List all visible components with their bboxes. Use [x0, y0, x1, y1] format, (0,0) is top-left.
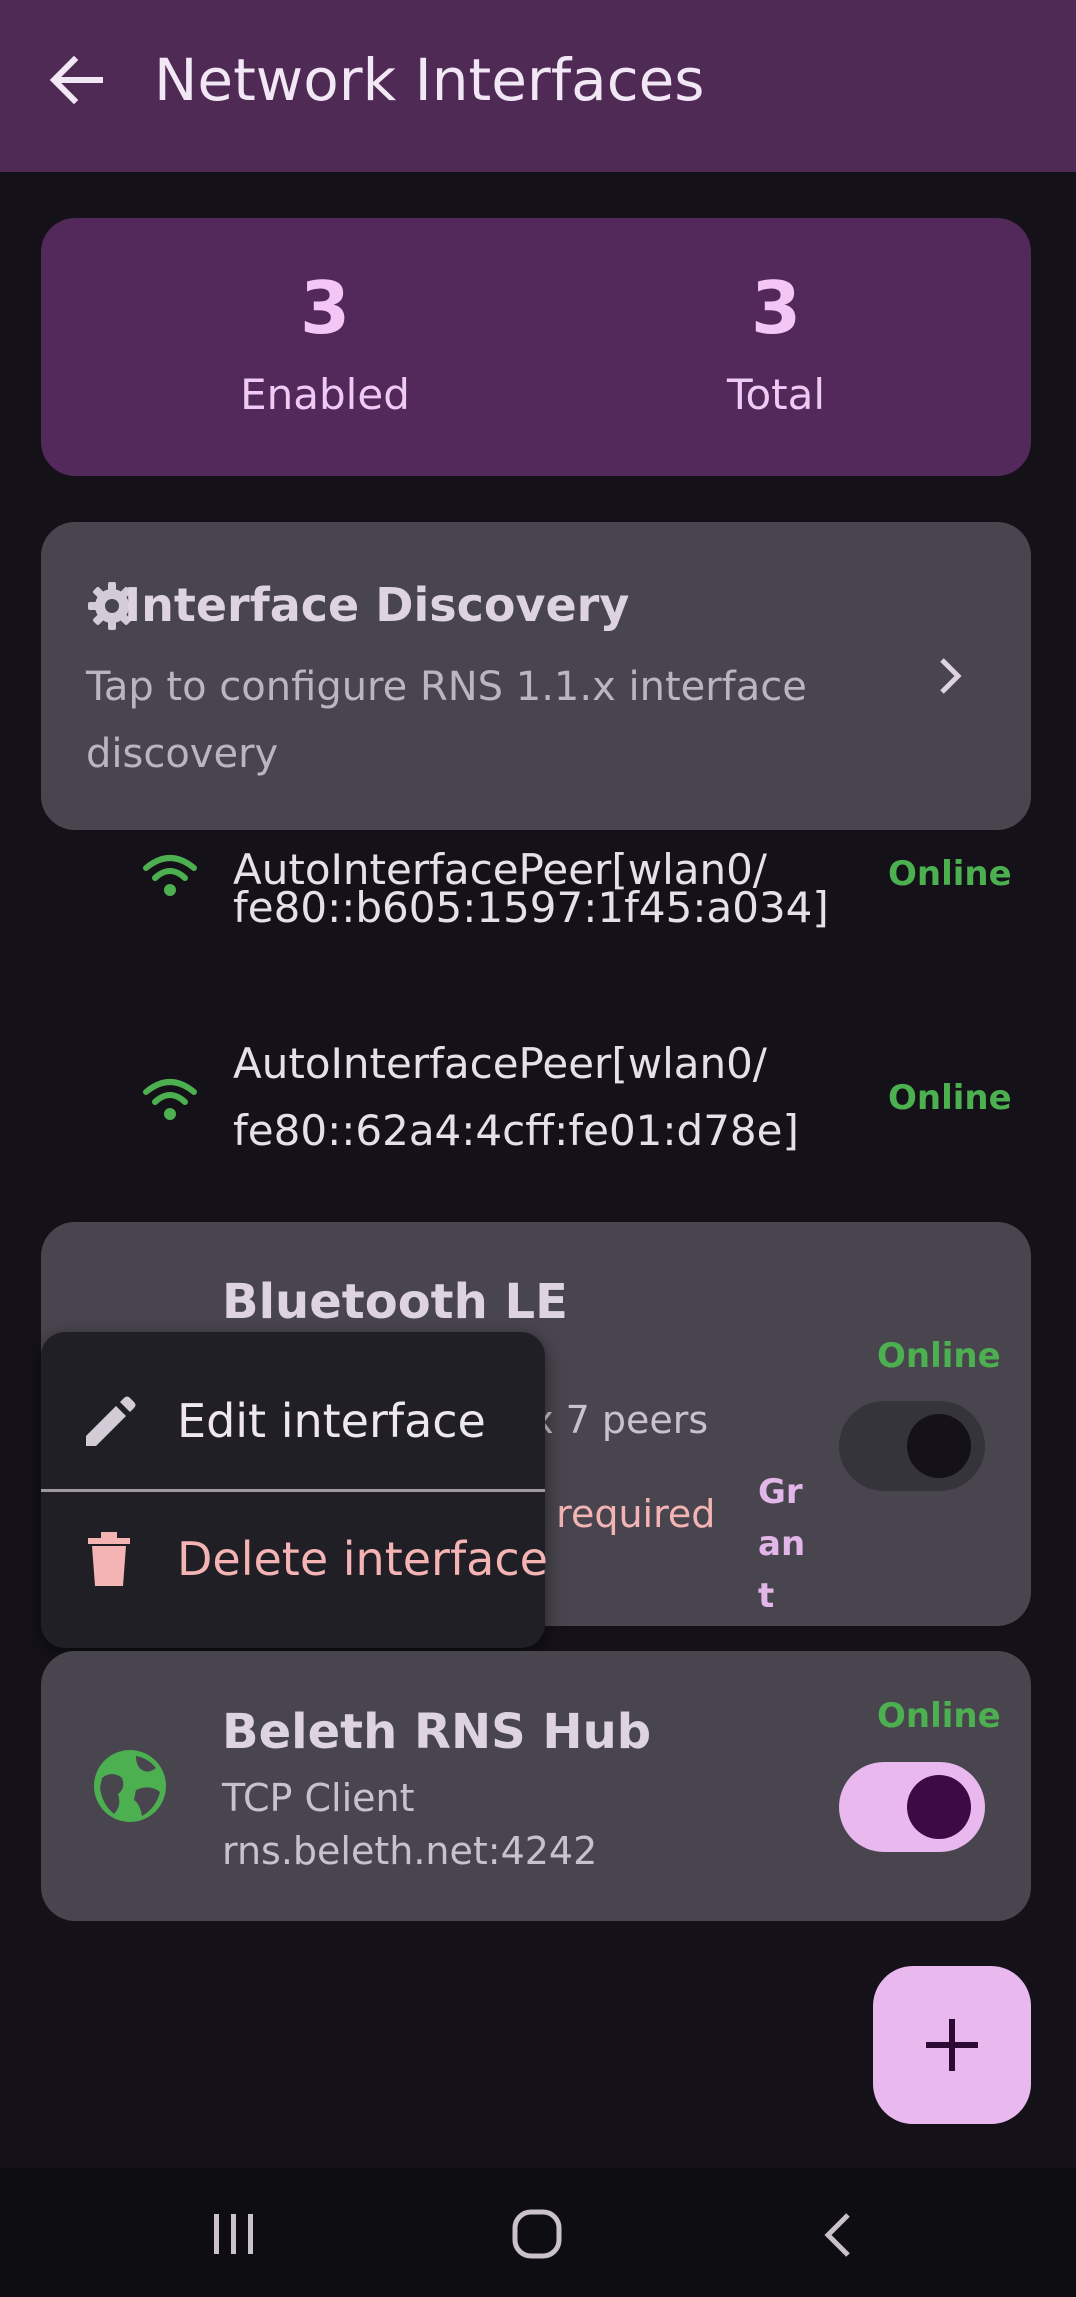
- peer-status: Online: [888, 854, 1012, 894]
- edit-interface-label: Edit interface: [177, 1394, 486, 1448]
- hub-title: Beleth RNS Hub: [222, 1704, 652, 1760]
- hub-type: TCP Client: [222, 1776, 415, 1820]
- toggle-thumb: [907, 1414, 971, 1478]
- toggle-thumb: [907, 1775, 971, 1839]
- enabled-count: 3: [299, 266, 351, 350]
- chevron-right-icon: [930, 652, 970, 704]
- page-title: Network Interfaces: [154, 46, 705, 114]
- bluetooth-title: Bluetooth LE: [222, 1274, 568, 1330]
- pencil-icon: [80, 1394, 138, 1456]
- hub-toggle[interactable]: [839, 1762, 985, 1852]
- grant-button[interactable]: Grant: [758, 1466, 808, 1622]
- trash-icon: [86, 1532, 132, 1592]
- back-button[interactable]: [40, 44, 112, 116]
- hub-status: Online: [877, 1696, 1001, 1736]
- wifi-icon: [140, 1076, 200, 1126]
- add-interface-button[interactable]: [873, 1966, 1031, 2124]
- recent-apps-icon: [214, 2214, 253, 2254]
- home-icon: [512, 2209, 562, 2259]
- menu-divider: [41, 1489, 545, 1492]
- arrow-left-icon: [49, 55, 103, 105]
- enabled-label: Enabled: [240, 370, 410, 419]
- wifi-icon: [140, 852, 200, 902]
- delete-interface-label: Delete interface: [177, 1532, 548, 1586]
- total-count: 3: [750, 266, 802, 350]
- peer-status: Online: [888, 1078, 1012, 1118]
- peer-address-line1: AutoInterfacePeer[wlan0/: [233, 1039, 767, 1088]
- permission-warning: n required: [520, 1492, 716, 1536]
- bluetooth-status: Online: [877, 1336, 1001, 1376]
- system-back-button[interactable]: [818, 2210, 858, 2264]
- discovery-subtitle: Tap to configure RNS 1.1.x interface dis…: [86, 664, 807, 777]
- plus-icon: [926, 2019, 978, 2071]
- total-label: Total: [726, 370, 826, 419]
- discovery-title: Interface Discovery: [124, 578, 630, 632]
- hub-address: rns.beleth.net:4242: [222, 1829, 598, 1873]
- recent-apps-button[interactable]: [210, 2212, 258, 2260]
- globe-icon: [92, 1748, 168, 1828]
- peer-address-line2: fe80::62a4:4cff:fe01:d78e]: [233, 1106, 799, 1155]
- system-back-icon: [824, 2213, 850, 2257]
- home-button[interactable]: [510, 2208, 566, 2264]
- bluetooth-toggle[interactable]: [839, 1401, 985, 1491]
- peer-address-line2: fe80::b605:1597:1f45:a034]: [233, 883, 829, 932]
